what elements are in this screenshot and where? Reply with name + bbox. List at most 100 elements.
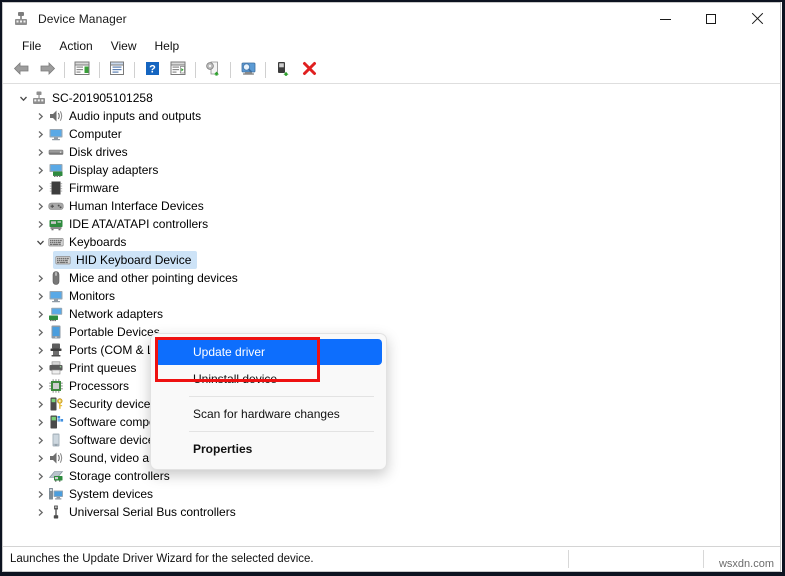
svg-text:?: ? xyxy=(149,64,156,76)
tree-item-label: Keyboards xyxy=(69,235,127,249)
tree-item-computer[interactable]: Computer xyxy=(3,125,780,143)
tree-item-label: Audio inputs and outputs xyxy=(69,109,202,123)
chevron-right-icon[interactable] xyxy=(32,396,48,412)
toolbar-separator-1 xyxy=(64,62,65,78)
maximize-button[interactable] xyxy=(688,3,734,35)
title-bar: Device Manager xyxy=(3,3,780,35)
monitor-icon xyxy=(48,288,64,304)
tree-item-label: Disk drives xyxy=(69,145,128,159)
chevron-down-icon[interactable] xyxy=(15,90,31,106)
toolbar-separator-6 xyxy=(265,62,266,78)
left-arrow-icon xyxy=(13,61,30,79)
context-menu-item-uninstall-device[interactable]: Uninstall device xyxy=(155,366,382,392)
device-context-menu[interactable]: Update driver Uninstall device Scan for … xyxy=(150,333,387,470)
software-component-icon xyxy=(48,414,64,430)
chevron-right-icon[interactable] xyxy=(32,288,48,304)
tree-item-human-interface-devices[interactable]: Human Interface Devices xyxy=(3,197,780,215)
enable-device-button[interactable] xyxy=(271,59,295,81)
chevron-right-icon[interactable] xyxy=(32,306,48,322)
chevron-right-icon[interactable] xyxy=(32,198,48,214)
watermark-text: wsxdn.com xyxy=(718,558,774,570)
action-pane-icon xyxy=(170,61,186,79)
chevron-right-icon[interactable] xyxy=(32,468,48,484)
tree-item-disk-drives[interactable]: Disk drives xyxy=(3,143,780,161)
device-manager-window: Device Manager File Action View Help ? S… xyxy=(2,2,781,572)
tree-item-security-devices[interactable]: Security devices xyxy=(3,395,780,413)
tree-item-display-adapters[interactable]: Display adapters xyxy=(3,161,780,179)
tree-item-system-devices[interactable]: System devices xyxy=(3,485,780,503)
tree-selection-highlight: HID Keyboard Device xyxy=(53,251,198,269)
chevron-down-icon[interactable] xyxy=(32,234,48,250)
minimize-icon xyxy=(659,18,671,20)
context-menu-item-scan-for-hardware-changes[interactable]: Scan for hardware changes xyxy=(155,401,382,427)
tree-item-software-devices[interactable]: Software devices xyxy=(3,431,780,449)
uninstall-device-button[interactable] xyxy=(297,59,321,81)
tree-item-label: Monitors xyxy=(69,289,116,303)
tree-item-sound-video-and-game-controllers[interactable]: Sound, video and game controllers xyxy=(3,449,780,467)
update-driver-button[interactable] xyxy=(201,59,225,81)
help-button[interactable]: ? xyxy=(140,59,164,81)
tree-item-software-components[interactable]: Software components xyxy=(3,413,780,431)
scan-hardware-icon xyxy=(240,61,257,79)
tree-item-hid-keyboard-device[interactable]: HID Keyboard Device xyxy=(3,251,780,269)
chevron-right-icon[interactable] xyxy=(32,450,48,466)
menu-file[interactable]: File xyxy=(13,36,50,56)
close-icon xyxy=(751,13,763,25)
tree-item-mice-and-other-pointing-devices[interactable]: Mice and other pointing devices xyxy=(3,269,780,287)
chevron-right-icon[interactable] xyxy=(32,144,48,160)
red-x-icon xyxy=(302,61,317,79)
chevron-right-icon[interactable] xyxy=(32,342,48,358)
forward-button[interactable] xyxy=(35,59,59,81)
chevron-right-icon[interactable] xyxy=(32,126,48,142)
chevron-right-icon[interactable] xyxy=(32,432,48,448)
tree-item-audio-inputs-and-outputs[interactable]: Audio inputs and outputs xyxy=(3,107,780,125)
device-tree-pane[interactable]: SC-201905101258 Audio inputs and outputs xyxy=(3,84,780,546)
show-hide-action-pane-button[interactable] xyxy=(166,59,190,81)
tree-item-keyboards[interactable]: Keyboards xyxy=(3,233,780,251)
status-bar-divider-1 xyxy=(568,550,569,568)
context-menu-item-properties[interactable]: Properties xyxy=(155,436,382,462)
tree-item-firmware[interactable]: Firmware xyxy=(3,179,780,197)
tree-item-network-adapters[interactable]: Network adapters xyxy=(3,305,780,323)
software-device-icon xyxy=(48,432,64,448)
back-button[interactable] xyxy=(9,59,33,81)
properties-button[interactable] xyxy=(105,59,129,81)
close-button[interactable] xyxy=(734,3,780,35)
chevron-right-icon[interactable] xyxy=(32,504,48,520)
device-manager-icon xyxy=(13,11,29,27)
chevron-right-icon[interactable] xyxy=(32,180,48,196)
chevron-right-icon[interactable] xyxy=(32,486,48,502)
tree-item-print-queues[interactable]: Print queues xyxy=(3,359,780,377)
menu-action[interactable]: Action xyxy=(50,36,101,56)
tree-item-ports-com-lpt[interactable]: Ports (COM & LPT) xyxy=(3,341,780,359)
toolbar-separator-5 xyxy=(230,62,231,78)
chevron-right-icon[interactable] xyxy=(32,162,48,178)
chevron-right-icon[interactable] xyxy=(32,378,48,394)
status-bar: Launches the Update Driver Wizard for th… xyxy=(3,546,780,571)
tree-item-label: Print queues xyxy=(69,361,137,375)
menu-help[interactable]: Help xyxy=(146,36,189,56)
tree-item-monitors[interactable]: Monitors xyxy=(3,287,780,305)
chevron-right-icon[interactable] xyxy=(32,216,48,232)
context-menu-item-update-driver[interactable]: Update driver xyxy=(155,339,382,365)
chevron-right-icon[interactable] xyxy=(32,414,48,430)
chevron-right-icon[interactable] xyxy=(32,108,48,124)
tree-item-processors[interactable]: Processors xyxy=(3,377,780,395)
tree-item-ide-ata-atapi-controllers[interactable]: IDE ATA/ATAPI controllers xyxy=(3,215,780,233)
scan-for-hardware-changes-button[interactable] xyxy=(236,59,260,81)
tree-item-label: Mice and other pointing devices xyxy=(69,271,238,285)
chevron-right-icon[interactable] xyxy=(32,324,48,340)
minimize-button[interactable] xyxy=(642,3,688,35)
chevron-right-icon[interactable] xyxy=(32,270,48,286)
toolbar-separator-4 xyxy=(195,62,196,78)
chevron-right-icon[interactable] xyxy=(32,360,48,376)
tree-item-portable-devices[interactable]: Portable Devices xyxy=(3,323,780,341)
menu-view[interactable]: View xyxy=(102,36,146,56)
network-adapter-icon xyxy=(48,306,64,322)
tree-item-storage-controllers[interactable]: Storage controllers xyxy=(3,467,780,485)
tree-item-universal-serial-bus-controllers[interactable]: Universal Serial Bus controllers xyxy=(3,503,780,521)
tree-item-label: Portable Devices xyxy=(69,325,160,339)
show-hide-console-tree-button[interactable] xyxy=(70,59,94,81)
toolbar-separator-3 xyxy=(134,62,135,78)
tree-item-root[interactable]: SC-201905101258 xyxy=(3,89,780,107)
